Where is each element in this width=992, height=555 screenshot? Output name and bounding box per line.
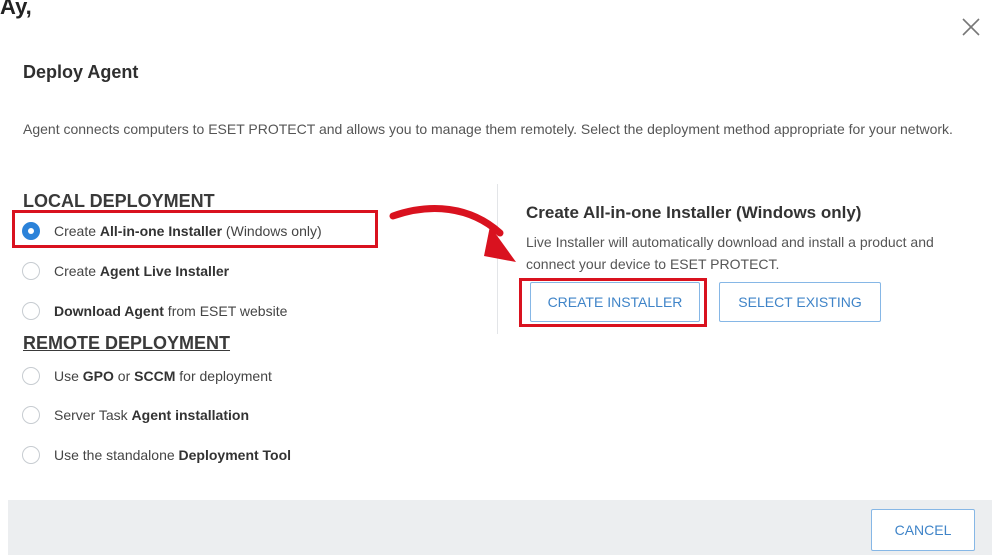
dialog-footer xyxy=(8,500,992,555)
cancel-button[interactable]: CANCEL xyxy=(871,509,975,551)
select-existing-button[interactable]: SELECT EXISTING xyxy=(719,282,881,322)
detail-title: Create All-in-one Installer (Windows onl… xyxy=(526,203,862,222)
highlight-box-button xyxy=(519,278,707,327)
red-arrow-icon xyxy=(389,205,516,262)
detail-description: Live Installer will automatically downlo… xyxy=(526,234,934,272)
